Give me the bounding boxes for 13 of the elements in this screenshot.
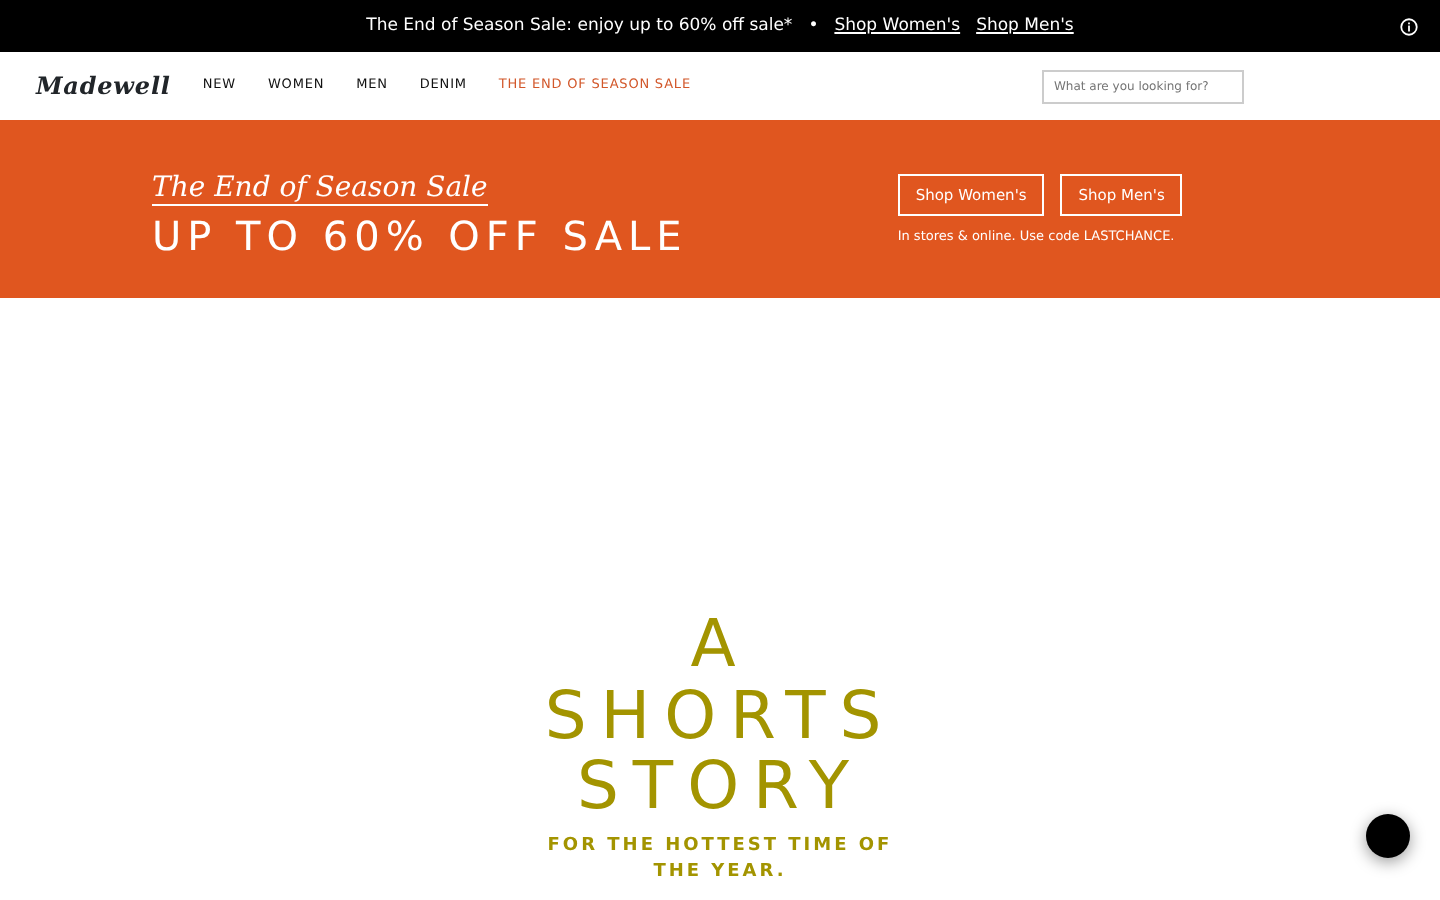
promo-text: The End of Season Sale: enjoy up to 60% off sale* — [366, 13, 793, 39]
sale-script-title: The End of Season Sale — [152, 173, 488, 206]
chat-button[interactable] — [1366, 814, 1410, 858]
hero-heading: SHORTS — [542, 679, 898, 751]
promo-link[interactable]: Shop Men's — [976, 13, 1074, 39]
hero-subtitle: FOR THE HOTTEST TIME OF THE YEAR. — [545, 833, 895, 887]
logo[interactable]: Madewell — [36, 68, 171, 104]
info-icon[interactable] — [1400, 17, 1418, 35]
promo-link[interactable]: Shop Women's — [834, 13, 961, 39]
sale-headline: UP TO 60% OFF SALE — [152, 213, 688, 257]
hero-heading: A — [688, 608, 752, 680]
hero-heading: STORY — [574, 750, 866, 822]
separator: • — [808, 13, 819, 39]
